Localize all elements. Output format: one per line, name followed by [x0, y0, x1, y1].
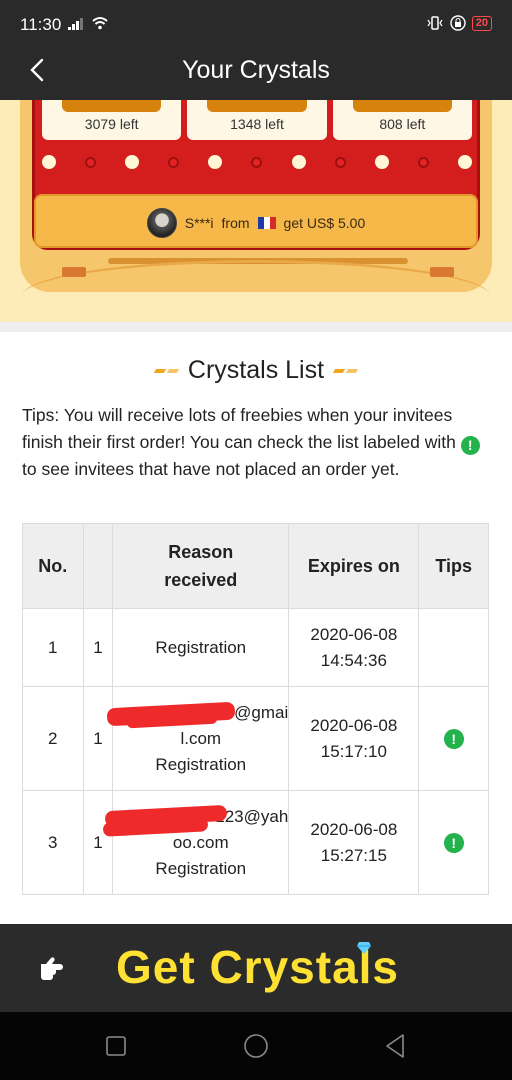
light-bulb: [374, 155, 389, 169]
expires-date: 2020-06-08: [310, 624, 398, 644]
status-bar: 11:30 20: [0, 0, 512, 44]
prize-remaining: 808 left: [379, 116, 426, 132]
machine-foot: [62, 267, 86, 277]
winner-name: S***i: [184, 215, 214, 231]
light-bulb: [208, 155, 223, 169]
row-tip: [418, 608, 489, 687]
prize-card[interactable]: 1348 left: [187, 100, 327, 140]
light-bulb: [291, 155, 306, 169]
column-header-tips: Tips: [418, 523, 489, 609]
row-quantity: 1: [82, 608, 114, 687]
tips-text-start: Tips: You will receive lots of freebies …: [22, 405, 456, 452]
diamond-icon: [357, 942, 371, 954]
home-icon[interactable]: [242, 1032, 270, 1060]
exclamation-icon[interactable]: !: [443, 728, 464, 749]
row-expires: 2020-06-08 14:54:36: [288, 608, 420, 687]
app-header: Your Crystals: [0, 44, 512, 100]
light-bulb: [457, 155, 472, 169]
wifi-icon: [92, 17, 108, 30]
redacted-email: no@gmai: [106, 700, 288, 728]
email-part: l.com: [180, 728, 222, 748]
light-bulb: [417, 156, 429, 168]
row-number: 3: [22, 790, 84, 895]
row-tip: !: [418, 790, 489, 895]
table-row: 2 1 no@gmai l.com Registration 2020-06-0…: [22, 686, 489, 791]
system-nav-bar: [0, 1012, 512, 1080]
row-number: 1: [22, 608, 84, 687]
prize-card[interactable]: 808 left: [332, 100, 472, 140]
tips-text-end: to see invitees that have not placed an …: [22, 459, 400, 479]
france-flag-icon: [257, 217, 276, 229]
row-expires: 2020-06-08 15:17:10: [288, 686, 420, 791]
expires-time: 15:27:15: [320, 845, 387, 865]
signal-icon: [68, 18, 83, 30]
light-bulb: [125, 155, 140, 169]
tips-text: Tips: You will receive lots of freebies …: [22, 402, 492, 483]
status-time: 11:30: [20, 15, 62, 34]
prize-cards: 3079 left 1348 left 808 left: [42, 100, 472, 140]
machine-foot: [430, 267, 454, 277]
light-bulb: [251, 156, 263, 168]
light-bulb: [42, 155, 56, 169]
row-quantity: 1: [82, 790, 114, 895]
winner-from: from: [221, 215, 250, 231]
crystals-table: No. Reason received Expires on Tips 1 1 …: [22, 523, 489, 895]
reason-text: Registration: [155, 754, 247, 774]
expires-time: 14:54:36: [320, 650, 387, 670]
row-quantity: 1: [82, 686, 114, 791]
title-decoration-icon: [153, 368, 180, 373]
prize-tag: [207, 100, 307, 112]
status-right: 20: [426, 15, 492, 31]
exclamation-icon[interactable]: !: [443, 832, 464, 853]
row-reason: 123@yah oo.com Registration: [102, 790, 290, 895]
light-bulb: [334, 156, 346, 168]
winner-reward: get US$ 5.00: [283, 215, 366, 231]
prize-tag: [62, 100, 162, 112]
crystals-list-heading: Crystals List: [0, 356, 512, 385]
prize-remaining: 1348 left: [230, 116, 284, 132]
title-decoration-icon: [332, 368, 359, 373]
row-reason: no@gmai l.com Registration: [106, 686, 290, 791]
avatar: [146, 208, 177, 238]
row-reason: Registration: [112, 608, 290, 687]
column-header-expires: Expires on: [288, 523, 420, 609]
back-triangle-icon[interactable]: [382, 1032, 410, 1060]
pointing-hand-icon: [41, 957, 63, 980]
recents-icon[interactable]: [102, 1032, 130, 1060]
reason-text: Registration: [155, 858, 247, 878]
light-bulb: [85, 156, 97, 168]
get-crystals-button[interactable]: Get Crystals: [0, 924, 512, 1012]
page-title: Your Crystals: [182, 56, 330, 84]
expires-date: 2020-06-08: [310, 715, 398, 735]
expires-date: 2020-06-08: [310, 819, 398, 839]
column-header-no: No.: [22, 523, 84, 609]
crystal-machine-banner: 3079 left 1348 left 808 left S***i from …: [0, 100, 512, 322]
table-row: 1 1 Registration 2020-06-08 14:54:36: [22, 608, 489, 687]
exclamation-icon: !: [460, 436, 480, 455]
prize-card[interactable]: 3079 left: [42, 100, 182, 140]
winner-ticker: S***i from get US$ 5.00: [34, 194, 478, 248]
crystals-list-title: Crystals List: [187, 356, 325, 384]
table-header-row: No. Reason received Expires on Tips: [22, 523, 489, 609]
prize-tag: [352, 100, 452, 112]
battery-indicator: 20: [471, 15, 492, 31]
marquee-lights: [42, 154, 472, 170]
light-bulb: [168, 156, 180, 168]
prize-remaining: 3079 left: [84, 116, 139, 132]
redacted-email: 123@yah: [102, 804, 288, 837]
expires-time: 15:17:10: [320, 741, 387, 761]
vibrate-icon: [427, 16, 443, 30]
column-header-qty: [82, 523, 114, 609]
table-row: 3 1 123@yah oo.com Registration 2020-06-…: [22, 790, 489, 895]
row-tip: !: [418, 686, 489, 791]
section-divider: [0, 322, 512, 332]
lock-icon: [450, 15, 466, 31]
row-number: 2: [22, 686, 84, 791]
row-expires: 2020-06-08 15:27:15: [288, 790, 420, 895]
column-header-reason: Reason received: [112, 523, 290, 609]
